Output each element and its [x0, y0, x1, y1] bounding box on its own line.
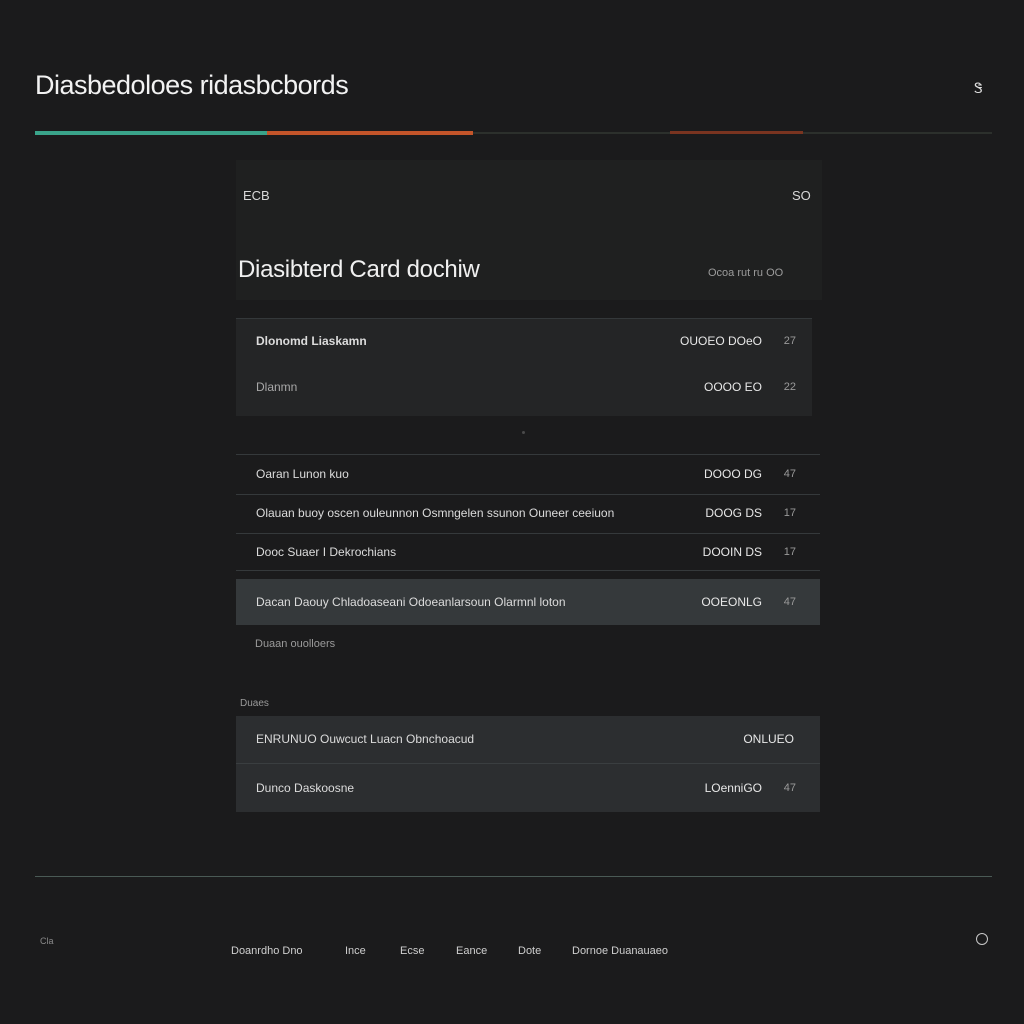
section-row[interactable]: ENRUNUO Ouwcuct Luacn Obnchoacud ONLUEO: [236, 716, 820, 764]
progress-segment-faint: [670, 131, 803, 134]
row-label: Olauan buoy oscen ouleunnon Osmngelen ss…: [256, 506, 615, 520]
progress-bar: [35, 131, 992, 135]
footer-link[interactable]: Eance: [456, 945, 487, 957]
row-number: 17: [783, 507, 796, 519]
section-label: Duaes: [240, 698, 269, 709]
row-value: ONLUEO: [743, 732, 794, 746]
footer-link[interactable]: Doanrdho Dno: [231, 945, 303, 957]
footer-caption: Cla: [40, 936, 54, 946]
divider-dot: [522, 431, 525, 434]
user-menu-icon[interactable]: Ꮥ: [974, 80, 983, 97]
row-number: 17: [783, 546, 796, 558]
subnote: Duaan ouolloers: [255, 638, 336, 650]
row-value: DOOO DG: [703, 467, 762, 481]
row-label: ENRUNUO Ouwcuct Luacn Obnchoacud: [256, 732, 475, 746]
table-row[interactable]: Dooc Suaer I Dekrochians DOOIN DS 17: [236, 534, 820, 571]
card-meta: Ocoa rut ru OO: [708, 267, 784, 279]
footer-link[interactable]: Dote: [518, 945, 541, 957]
table-row[interactable]: Oaran Lunon kuo DOOO DG 47: [236, 454, 820, 495]
row-number: 47: [783, 596, 796, 608]
row-value: DOOIN DS: [702, 545, 762, 559]
row-value: OOOO EO: [703, 380, 762, 394]
app-title: Diasbedoloes ridasbcbords: [35, 70, 349, 100]
row-label: Dunco Daskoosne: [256, 781, 355, 795]
row-number: 47: [783, 468, 796, 480]
table-row-selected[interactable]: Dacan Daouy Chladoaseani Odoeanlarsoun O…: [236, 579, 820, 625]
row-label: Dacan Daouy Chladoaseani Odoeanlarsoun O…: [256, 595, 566, 609]
row-label: Dlonomd Liaskamn: [256, 334, 367, 348]
footer-divider: [35, 876, 992, 877]
row-value: OOEONLG: [701, 595, 762, 609]
table-row[interactable]: Dlanmn OOOO EO 22: [236, 376, 820, 400]
row-value: LOenniGO: [704, 781, 762, 795]
row-label: Dlanmn: [256, 380, 298, 394]
progress-segment-orange: [267, 131, 473, 135]
table-row[interactable]: Olauan buoy oscen ouleunnon Osmngelen ss…: [236, 494, 820, 534]
footer-link[interactable]: Dornoe Duanauaeo: [572, 945, 668, 957]
card-title: Diasibterd Card dochiw: [238, 256, 480, 283]
card-count: SO: [792, 188, 811, 203]
progress-segment-teal: [35, 131, 267, 135]
table-row[interactable]: Dlonomd Liaskamn OUOEO DOeO 27: [236, 330, 820, 354]
row-value: OUOEO DOeO: [679, 334, 762, 348]
row-number: 22: [783, 381, 796, 393]
help-icon[interactable]: [976, 933, 988, 945]
card-code: ECB: [243, 188, 270, 203]
row-label: Oaran Lunon kuo: [256, 467, 349, 481]
footer-link[interactable]: Ince: [345, 945, 366, 957]
row-number: 27: [783, 335, 796, 347]
row-label: Dooc Suaer I Dekrochians: [256, 545, 397, 559]
section-row[interactable]: Dunco Daskoosne LOenniGO 47: [236, 764, 820, 812]
footer-link[interactable]: Ecse: [400, 945, 424, 957]
row-number: 47: [783, 782, 796, 794]
row-value: DOOG DS: [705, 506, 762, 520]
